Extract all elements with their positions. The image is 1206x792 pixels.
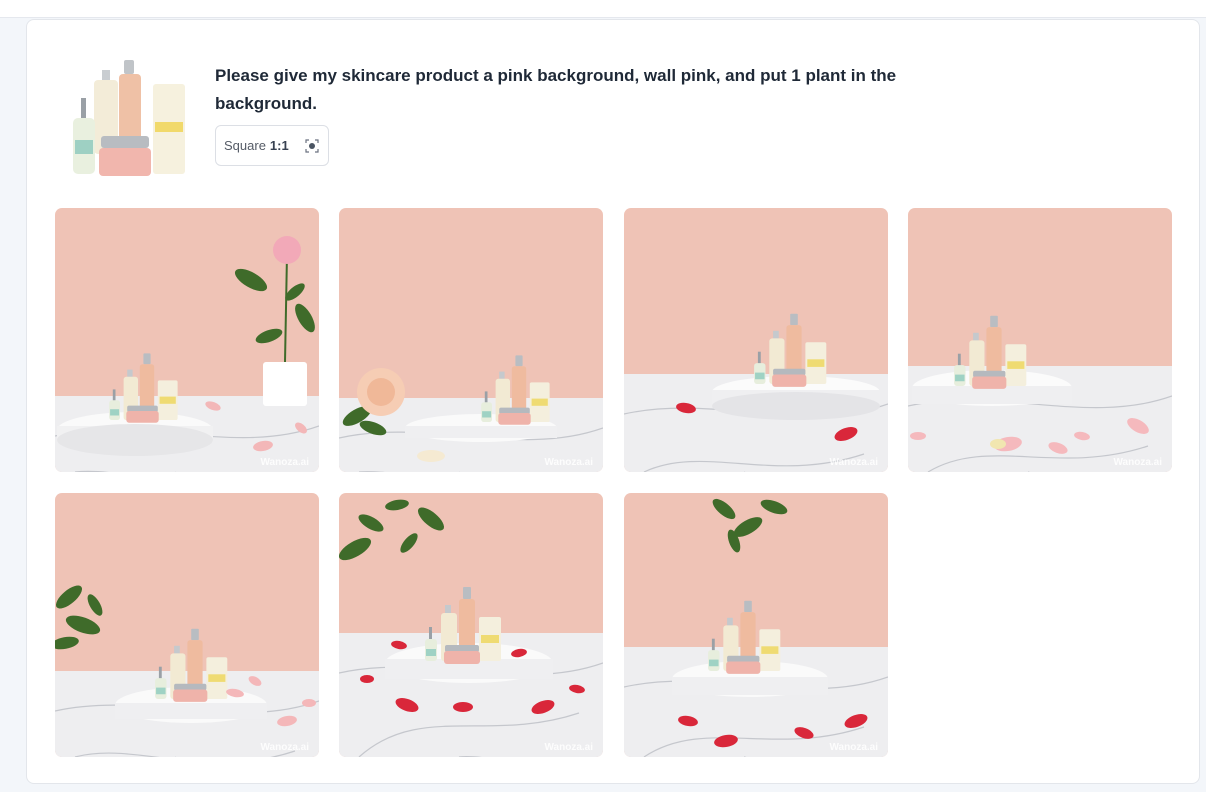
watermark-label: Wanoza.ai [1113, 457, 1162, 468]
watermark-label: Wanoza.ai [829, 457, 878, 468]
generated-scene [624, 493, 888, 757]
focus-icon [304, 138, 320, 154]
generated-scene [908, 208, 1172, 472]
result-image-3[interactable]: Wanoza.ai [624, 208, 888, 472]
reference-image-thumbnail[interactable] [67, 56, 193, 182]
result-image-4[interactable]: Wanoza.ai [908, 208, 1172, 472]
watermark-label: Wanoza.ai [544, 742, 593, 753]
generated-scene [624, 208, 888, 472]
result-image-7[interactable]: Wanoza.ai [624, 493, 888, 757]
watermark-label: Wanoza.ai [829, 742, 878, 753]
top-bar [0, 0, 1206, 18]
generated-scene [339, 493, 603, 757]
watermark-label: Wanoza.ai [260, 457, 309, 468]
result-image-2[interactable]: Wanoza.ai [339, 208, 603, 472]
ratio-value: 1:1 [269, 138, 289, 153]
aspect-ratio-chip[interactable]: Square 1:1 [215, 125, 329, 166]
generated-scene [339, 208, 603, 472]
result-image-5[interactable]: Wanoza.ai [55, 493, 319, 757]
generation-card: Please give my skincare product a pink b… [26, 19, 1200, 784]
prompt-text: Please give my skincare product a pink b… [215, 66, 897, 113]
watermark-label: Wanoza.ai [544, 457, 593, 468]
generated-scene [55, 493, 319, 757]
result-image-6[interactable]: Wanoza.ai [339, 493, 603, 757]
ratio-label: Square [224, 138, 266, 153]
watermark-label: Wanoza.ai [260, 742, 309, 753]
result-image-1[interactable]: Wanoza.ai [55, 208, 319, 472]
generated-scene [55, 208, 319, 472]
